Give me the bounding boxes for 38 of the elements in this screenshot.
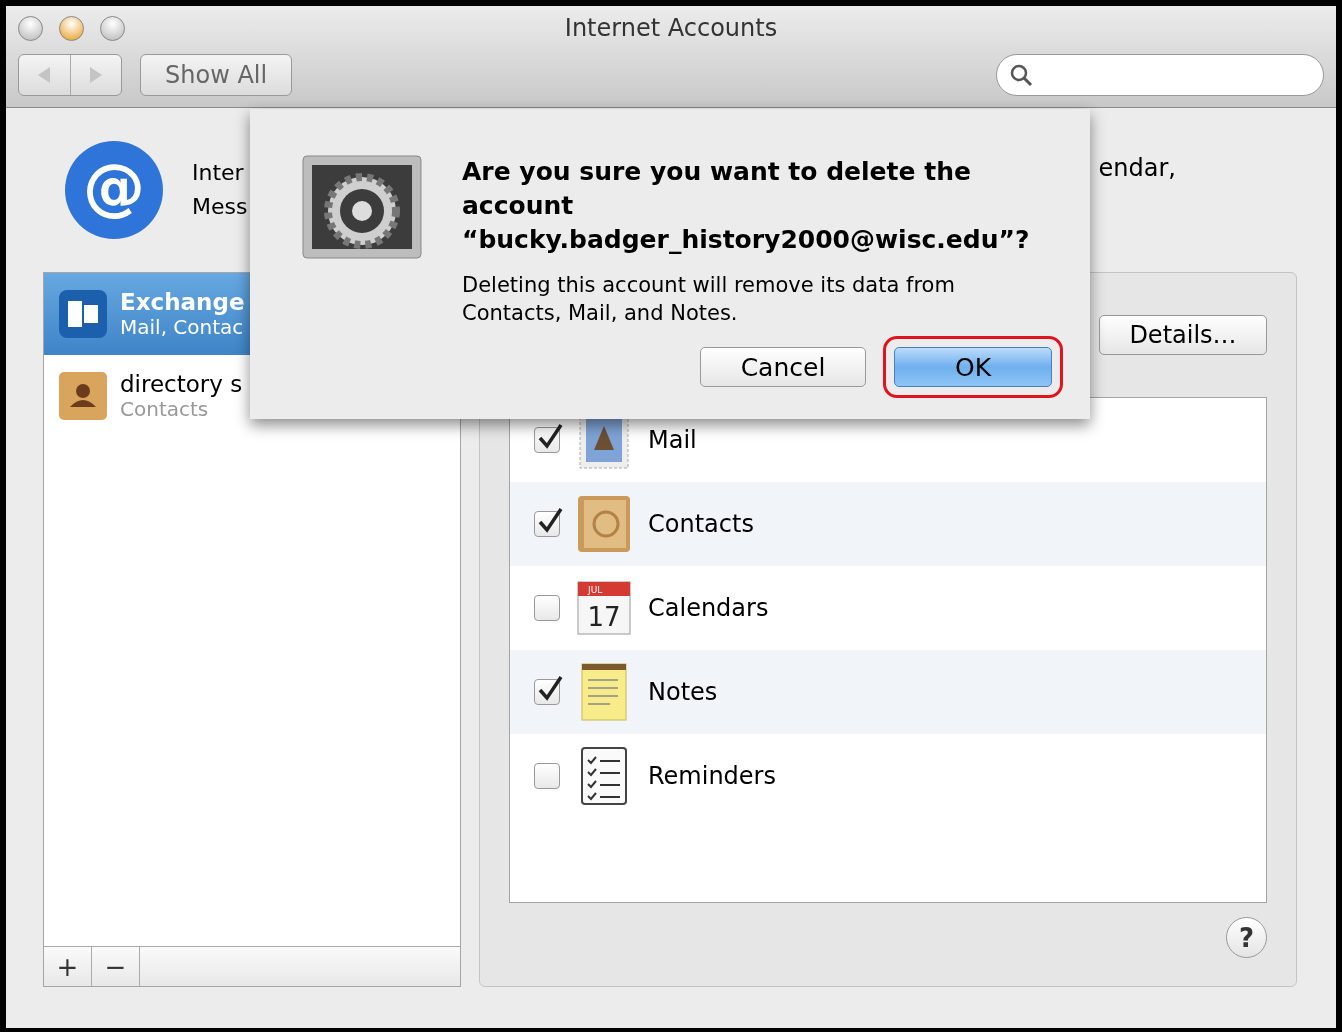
show-all-button[interactable]: Show All xyxy=(140,54,293,96)
address-book-icon xyxy=(58,371,108,421)
back-arrow-icon xyxy=(37,66,52,84)
remove-button[interactable]: − xyxy=(92,947,140,986)
checkbox[interactable] xyxy=(534,763,560,789)
account-name: directory s xyxy=(120,371,243,397)
dialog-message: Deleting this account will remove its data from Contacts, Mail, and Notes. xyxy=(462,272,956,327)
search-field[interactable] xyxy=(996,54,1324,96)
service-label: Mail xyxy=(648,426,697,454)
description-text: Inter xyxy=(192,159,245,187)
close-button[interactable] xyxy=(18,15,43,41)
calendar-icon: JUL 17 xyxy=(574,578,634,638)
service-label: Reminders xyxy=(648,762,776,790)
gear-icon xyxy=(302,155,422,259)
account-services: Contacts xyxy=(120,397,210,421)
description-text: Mess xyxy=(192,193,248,221)
details-button[interactable]: Details… xyxy=(1099,315,1267,355)
search-icon xyxy=(1009,63,1033,87)
checkbox[interactable] xyxy=(534,679,560,705)
dialog-button[interactable]: Cancel xyxy=(700,347,866,387)
window-title: Internet Accounts xyxy=(564,14,778,42)
checkbox[interactable] xyxy=(534,595,560,621)
checkbox[interactable] xyxy=(534,511,560,537)
help-button[interactable]: ? xyxy=(1226,917,1267,958)
add-button[interactable]: + xyxy=(44,947,92,986)
dialog-title: Are you sure you want to delete the account “bucky.badger_history2000@wisc.edu”? xyxy=(462,156,1031,256)
service-label: Contacts xyxy=(648,510,754,538)
at-sign-logo: @ xyxy=(64,140,164,240)
description-text: endar, xyxy=(1098,154,1176,182)
checkbox[interactable] xyxy=(534,427,560,453)
account-services: Mail, Contac xyxy=(120,315,245,339)
zoom-button[interactable] xyxy=(100,15,125,41)
dialog-button[interactable]: OK xyxy=(894,347,1052,387)
service-label: Calendars xyxy=(648,594,769,622)
account-name: Exchange xyxy=(120,289,245,315)
service-label: Notes xyxy=(648,678,718,706)
minimize-button[interactable] xyxy=(59,15,84,41)
forward-arrow-icon xyxy=(88,66,103,84)
